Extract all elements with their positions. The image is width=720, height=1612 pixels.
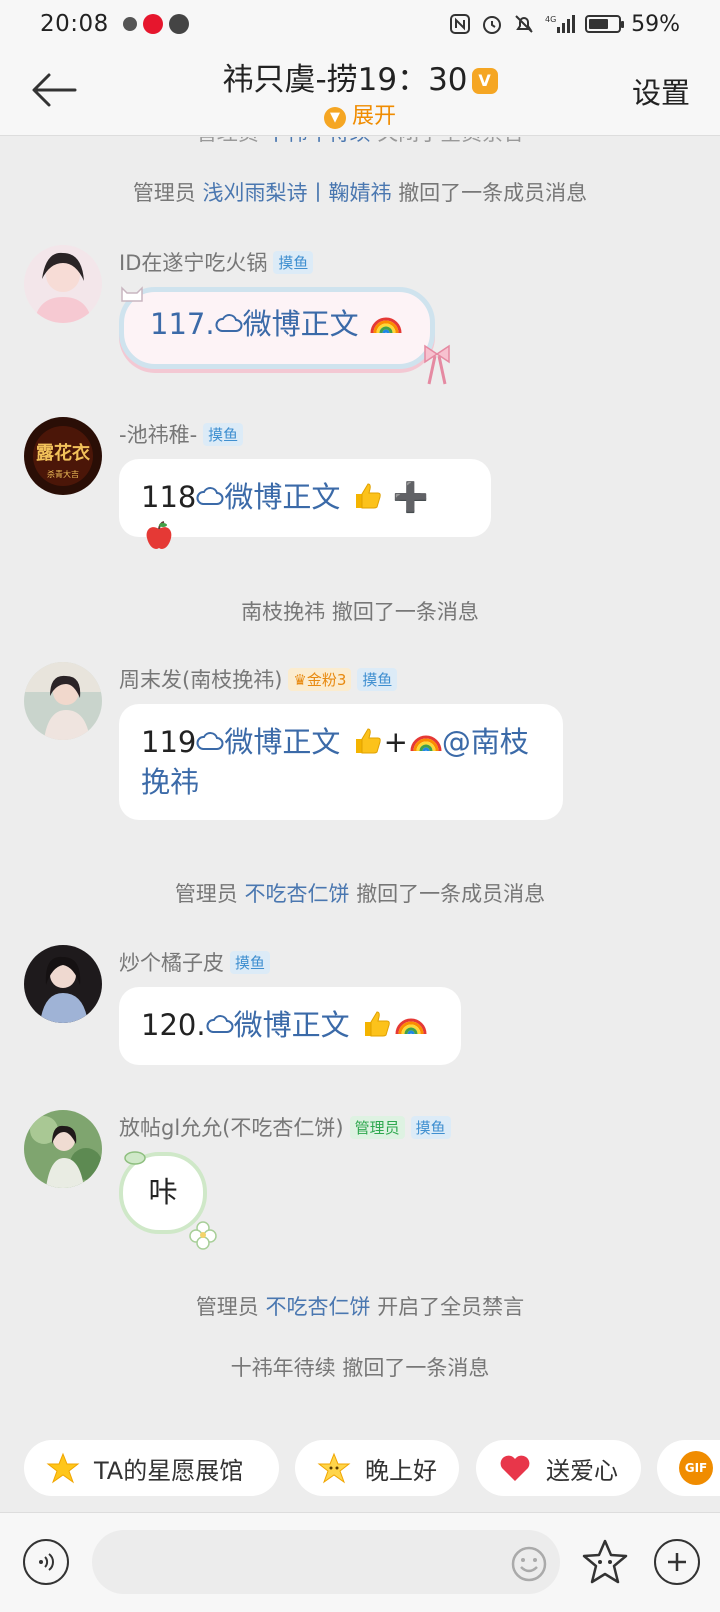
username[interactable]: -池祎稚- bbox=[119, 423, 197, 447]
smiling-star-icon bbox=[317, 1451, 351, 1485]
system-message: 管理员 不吃杏仁饼 撤回了一条成员消息 bbox=[174, 882, 546, 906]
fan-level-badge: ♛金粉3 bbox=[288, 668, 352, 691]
gif-icon: GIF bbox=[679, 1451, 713, 1485]
quick-actions-bar: TA的星愿展馆 晚上好 送爱心 GIF bbox=[0, 1440, 720, 1496]
signal-icon: 4G bbox=[545, 15, 576, 33]
mention-link[interactable]: @南枝 bbox=[442, 725, 529, 759]
nfc-icon bbox=[450, 14, 471, 34]
chevron-down-icon: ▼ bbox=[323, 107, 346, 129]
message-bubble[interactable]: 120. 微博正文 bbox=[119, 987, 461, 1065]
chat-message: 炒个橘子皮 摸鱼 120. 微博正文 bbox=[24, 945, 704, 1075]
member-tag: 摸鱼 bbox=[230, 951, 271, 974]
cat-decoration-icon bbox=[121, 286, 143, 302]
thumbs-up-emoji-icon bbox=[364, 1011, 390, 1037]
message-icon bbox=[168, 14, 189, 34]
rainbow-emoji-icon bbox=[395, 1018, 427, 1035]
cloud-icon bbox=[215, 314, 242, 332]
app-notification-icon bbox=[122, 17, 137, 31]
expand-button[interactable]: ▼ 展开 bbox=[0, 98, 720, 130]
system-message: 管理员 十祎年待续 关闭了全员禁言 bbox=[0, 137, 720, 147]
avatar[interactable] bbox=[24, 662, 102, 740]
avatar[interactable] bbox=[24, 945, 102, 1023]
plus-icon bbox=[668, 1553, 686, 1571]
message-input[interactable] bbox=[92, 1530, 560, 1594]
avatar[interactable] bbox=[24, 1110, 102, 1188]
settings-button[interactable]: 设置 bbox=[632, 70, 690, 112]
member-tag: 摸鱼 bbox=[273, 251, 314, 274]
voice-button[interactable] bbox=[23, 1539, 69, 1585]
voice-icon bbox=[39, 1553, 54, 1571]
verified-icon: V bbox=[471, 68, 498, 94]
rainbow-emoji-icon bbox=[410, 735, 442, 752]
chat-message: ID在遂宁吃火锅 摸鱼 117. 微博正文 bbox=[24, 245, 704, 385]
thumbs-up-emoji-icon bbox=[355, 728, 381, 754]
input-bar bbox=[0, 1512, 720, 1612]
system-message: 南枝挽祎 撤回了一条消息 bbox=[241, 600, 479, 624]
thumbs-up-emoji-icon bbox=[355, 483, 381, 509]
good-evening-button[interactable]: 晚上好 bbox=[295, 1440, 459, 1496]
svg-text:露花衣: 露花衣 bbox=[36, 442, 90, 464]
chat-list[interactable]: 管理员 十祎年待续 关闭了全员禁言 管理员 浅刈雨梨诗丨鞠婧祎 撤回了一条成员消… bbox=[0, 137, 720, 1437]
avatar[interactable] bbox=[24, 245, 102, 323]
status-bar: 20:08 4G 59% bbox=[0, 0, 720, 48]
sticker-button[interactable] bbox=[580, 1537, 630, 1591]
battery-icon bbox=[585, 15, 625, 33]
svg-text:杀青大吉: 杀青大吉 bbox=[47, 469, 79, 479]
clock: 20:08 bbox=[40, 11, 109, 37]
add-button[interactable] bbox=[654, 1539, 700, 1585]
message-bubble[interactable]: 119 微博正文 + @南枝 挽祎 bbox=[119, 704, 563, 820]
avatar[interactable]: 露花衣 杀青大吉 bbox=[24, 417, 102, 495]
chat-message: 放帖gl允允(不吃杏仁饼) 管理员 摸鱼 咔 bbox=[24, 1110, 704, 1260]
gif-button[interactable]: GIF bbox=[657, 1440, 720, 1496]
apple-emoji-icon bbox=[146, 521, 172, 549]
username[interactable]: ID在遂宁吃火锅 bbox=[119, 251, 267, 275]
mention-link[interactable]: 挽祎 bbox=[141, 765, 199, 799]
emoji-button[interactable] bbox=[510, 1545, 548, 1587]
member-tag: 摸鱼 bbox=[410, 1116, 451, 1139]
page-title: 祎只虞-捞19：30 V bbox=[0, 54, 720, 99]
cloud-icon bbox=[206, 1015, 233, 1033]
system-message: 管理员 浅刈雨梨诗丨鞠婧祎 撤回了一条成员消息 bbox=[132, 181, 588, 205]
weibo-icon bbox=[142, 14, 163, 34]
battery-percent: 59% bbox=[631, 11, 680, 37]
username[interactable]: 炒个橘子皮 bbox=[119, 951, 224, 975]
mute-icon bbox=[515, 15, 533, 33]
star-icon bbox=[46, 1451, 80, 1485]
admin-tag: 管理员 bbox=[349, 1116, 405, 1139]
rainbow-emoji-icon bbox=[370, 317, 402, 334]
leaf-decoration-icon bbox=[124, 1151, 146, 1165]
chat-header: 祎只虞-捞19：30 V ▼ 展开 设置 bbox=[0, 48, 720, 136]
message-bubble[interactable]: 117. 微博正文 bbox=[119, 287, 435, 369]
heart-icon bbox=[498, 1451, 532, 1485]
cloud-icon bbox=[196, 732, 224, 750]
smiley-icon bbox=[511, 1546, 547, 1582]
system-message: 十祎年待续 撤回了一条消息 bbox=[230, 1356, 490, 1380]
chat-message: 露花衣杀青大吉 -池祎稚- 摸鱼 118 微博正文 ➕ bbox=[24, 417, 704, 549]
plus-emoji-icon: ➕ bbox=[392, 480, 429, 514]
svg-text:4G: 4G bbox=[545, 15, 556, 24]
alarm-icon bbox=[483, 16, 502, 34]
flower-decoration-icon bbox=[189, 1221, 217, 1250]
star-face-icon bbox=[582, 1539, 628, 1584]
cloud-icon bbox=[196, 487, 224, 505]
star-gallery-button[interactable]: TA的星愿展馆 bbox=[24, 1440, 279, 1496]
message-bubble[interactable]: 118 微博正文 ➕ bbox=[119, 459, 491, 549]
username[interactable]: 放帖gl允允(不吃杏仁饼) bbox=[119, 1116, 344, 1140]
username[interactable]: 周末发(南枝挽祎) bbox=[119, 668, 282, 692]
bow-decoration-icon bbox=[424, 344, 450, 385]
member-tag: 摸鱼 bbox=[203, 423, 244, 446]
chat-message: 周末发(南枝挽祎) ♛金粉3 摸鱼 119 微博正文 + @南枝 挽祎 bbox=[24, 662, 704, 822]
member-tag: 摸鱼 bbox=[357, 668, 398, 691]
system-message: 管理员 不吃杏仁饼 开启了全员禁言 bbox=[195, 1295, 525, 1319]
send-love-button[interactable]: 送爱心 bbox=[476, 1440, 641, 1496]
